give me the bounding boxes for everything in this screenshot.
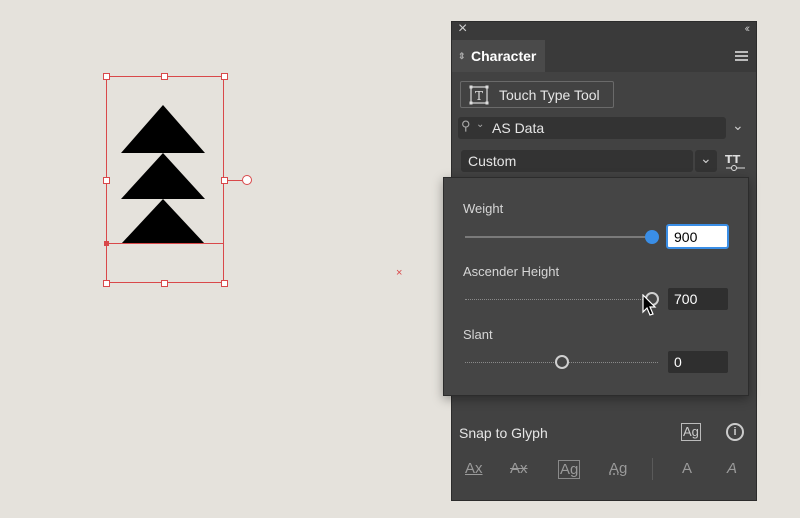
handle-middle-left[interactable] [103, 177, 110, 184]
font-family-value: AS Data [492, 120, 545, 136]
tab-character[interactable]: ⇕ Character [452, 40, 545, 72]
handle-top-center[interactable] [161, 73, 168, 80]
slant-value[interactable]: 0 [668, 351, 728, 373]
tab-character-label: Character [471, 48, 537, 64]
snap-to-glyph-label: Snap to Glyph [459, 425, 548, 441]
mouse-pointer-icon [642, 294, 657, 316]
touch-type-tool-button[interactable]: T Touch Type Tool [460, 81, 614, 108]
weight-label: Weight [463, 201, 504, 216]
panel-topbar: × ‹‹ [452, 20, 756, 40]
tab-grip-icon: ⇕ [458, 51, 466, 61]
glyph-icon-ax-strike[interactable]: Ax [510, 460, 528, 477]
font-style-dropdown-button[interactable]: ⌄ [695, 150, 717, 172]
ascender-height-slider-track[interactable] [465, 299, 645, 300]
anchor-point-left [104, 241, 109, 246]
handle-bottom-center[interactable] [161, 280, 168, 287]
svg-text:TT: TT [725, 153, 741, 166]
chevron-down-icon: ⌄ [700, 150, 712, 166]
selection-bounding-box [106, 76, 224, 283]
rotation-handle-line [228, 180, 242, 181]
handle-top-left[interactable] [103, 73, 110, 80]
snap-glyph-icon[interactable]: Ag [681, 423, 701, 441]
handle-middle-right[interactable] [221, 177, 228, 184]
glyph-icon-ag-dotted[interactable]: Ag [609, 460, 627, 477]
search-dropdown-icon: ⌄ [476, 119, 485, 130]
hamburger-menu-icon[interactable] [735, 51, 748, 61]
glyph-icon-a-italic[interactable]: A [727, 460, 737, 477]
weight-value-input[interactable] [666, 224, 729, 249]
font-style-value: Custom [468, 153, 517, 169]
handle-bottom-right[interactable] [221, 280, 228, 287]
glyph-icon-a-outline[interactable]: A [682, 460, 692, 477]
ascender-height-label: Ascender Height [463, 264, 560, 279]
info-icon[interactable]: i [726, 423, 744, 441]
font-style-field[interactable]: Custom [461, 150, 693, 172]
variable-font-popover: Weight Ascender Height 700 Slant 0 [443, 177, 749, 396]
handle-top-right[interactable] [221, 73, 228, 80]
baseline-line [106, 243, 224, 244]
panel-tab-row: ⇕ Character [452, 40, 756, 72]
close-icon[interactable]: × [458, 20, 467, 38]
snap-glyph-icon-text: Ag [683, 424, 699, 439]
font-family-chevron-down-icon[interactable]: ⌄ [732, 117, 744, 134]
weight-slider-track[interactable] [465, 236, 645, 238]
rotation-handle[interactable] [242, 175, 252, 185]
icon-divider [652, 458, 653, 480]
glyph-icon-ag-box[interactable]: Ag [558, 460, 581, 479]
touch-type-label: Touch Type Tool [499, 87, 600, 103]
weight-slider-thumb[interactable] [645, 230, 659, 244]
touch-type-icon: T [469, 85, 489, 105]
svg-text:T: T [475, 89, 483, 103]
collapse-icon[interactable]: ‹‹ [745, 23, 751, 35]
canvas[interactable]: × [0, 0, 445, 518]
font-family-field[interactable]: ⚲ ⌄ AS Data [458, 117, 726, 139]
ascender-height-value[interactable]: 700 [668, 288, 728, 310]
slant-label: Slant [463, 327, 493, 342]
handle-bottom-left[interactable] [103, 280, 110, 287]
slant-slider-thumb[interactable] [555, 355, 569, 369]
variable-font-icon[interactable]: TT [725, 152, 747, 172]
glyph-icon-ax-underline[interactable]: Ax [465, 460, 483, 477]
center-point-icon: × [396, 267, 403, 279]
search-icon: ⚲ [461, 118, 471, 133]
